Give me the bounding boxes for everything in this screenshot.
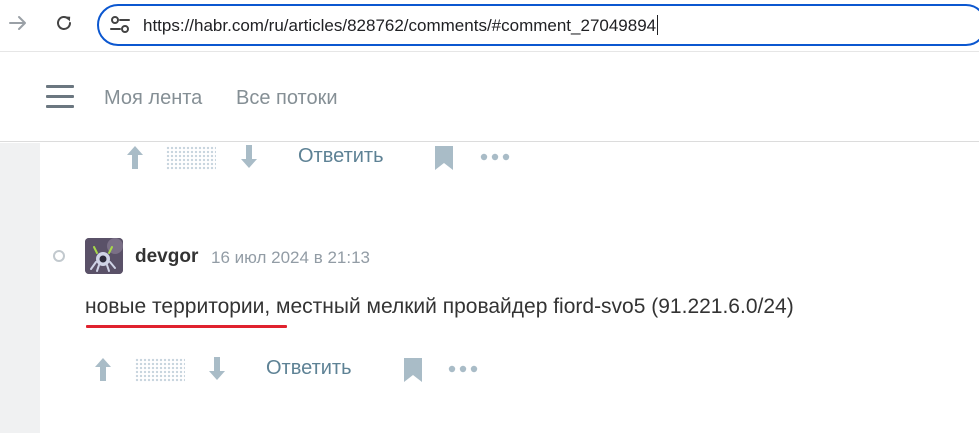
red-underline-annotation: [86, 325, 287, 328]
avatar-image: [85, 238, 123, 274]
address-bar[interactable]: https://habr.com/ru/articles/828762/comm…: [97, 4, 979, 46]
rating-placeholder: [166, 146, 216, 170]
comment-actions: Ответить: [0, 355, 979, 385]
avatar[interactable]: [85, 238, 123, 274]
downvote-icon[interactable]: [238, 143, 260, 171]
menu-icon[interactable]: [46, 85, 74, 109]
comment-timestamp[interactable]: 16 июл 2024 в 21:13: [211, 248, 370, 268]
url-text[interactable]: https://habr.com/ru/articles/828762/comm…: [143, 15, 659, 36]
more-icon[interactable]: [448, 365, 478, 373]
back-button[interactable]: [6, 9, 30, 37]
reply-button[interactable]: Ответить: [266, 357, 352, 380]
back-arrow-icon: [9, 16, 26, 30]
reload-button[interactable]: [52, 9, 76, 37]
upvote-icon[interactable]: [92, 355, 114, 383]
rating-placeholder: [135, 358, 185, 382]
site-header: Моя лента Все потоки: [0, 52, 979, 142]
reload-icon: [57, 16, 71, 30]
thread-marker[interactable]: [53, 250, 65, 262]
more-icon[interactable]: [480, 153, 510, 161]
nav-all-streams[interactable]: Все потоки: [236, 87, 338, 110]
bookmark-icon[interactable]: [434, 145, 454, 171]
reply-button[interactable]: Ответить: [298, 145, 384, 168]
nav-my-feed[interactable]: Моя лента: [104, 87, 202, 110]
comment-text: новые территории, местный мелкий провайд…: [85, 295, 794, 318]
comment-author[interactable]: devgor: [135, 246, 198, 268]
site-settings-icon[interactable]: [109, 15, 131, 35]
upvote-icon[interactable]: [124, 143, 146, 171]
browser-toolbar: https://habr.com/ru/articles/828762/comm…: [0, 0, 979, 52]
left-gutter: [0, 143, 40, 433]
bookmark-icon[interactable]: [403, 357, 423, 383]
comments-section: Ответить devgor 16 июл 2024 в 21:13 новы…: [0, 143, 979, 433]
comment-actions: Ответить: [0, 143, 979, 173]
downvote-icon[interactable]: [206, 355, 228, 383]
